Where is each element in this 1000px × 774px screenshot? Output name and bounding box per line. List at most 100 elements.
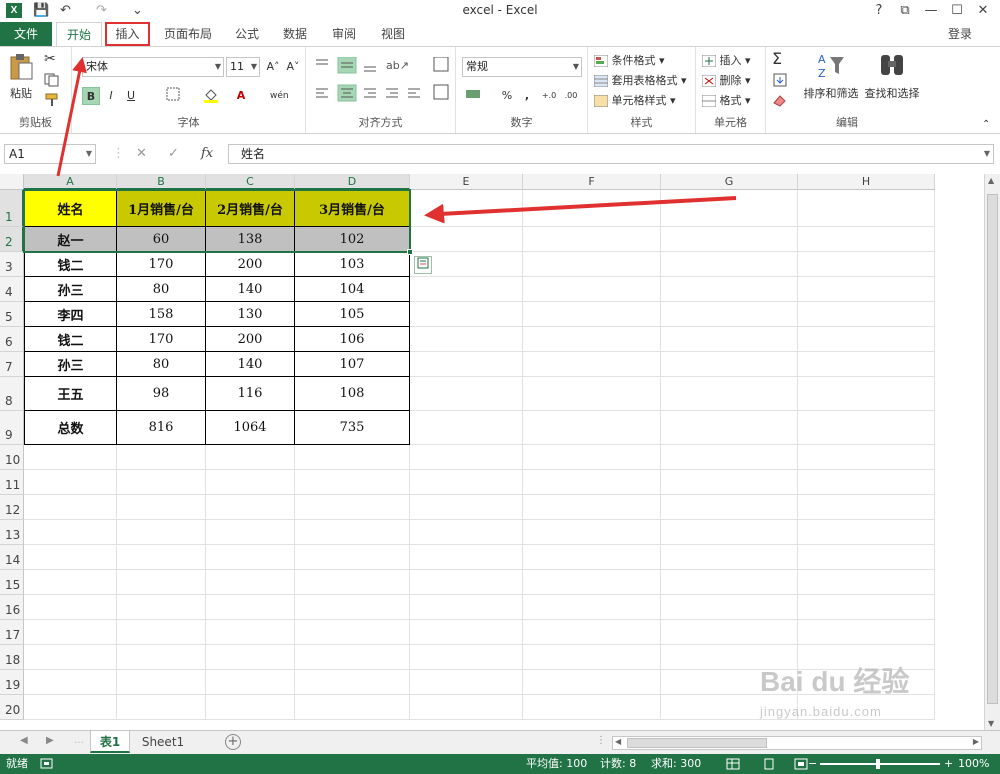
empty-cell[interactable] — [410, 470, 523, 495]
sheet-tab-1[interactable]: 表1 — [90, 731, 130, 753]
macro-record-icon[interactable] — [40, 754, 54, 774]
minimize-button[interactable]: — — [920, 1, 942, 21]
table-cell[interactable]: 赵一 — [24, 227, 117, 252]
empty-cell[interactable] — [117, 645, 206, 670]
zoom-out-icon[interactable]: − — [808, 754, 817, 774]
row-header-2[interactable]: 2 — [0, 227, 24, 252]
empty-cell[interactable] — [523, 570, 661, 595]
row-header-14[interactable]: 14 — [0, 545, 24, 570]
table-cell[interactable]: 80 — [117, 352, 206, 377]
empty-cell[interactable] — [523, 352, 661, 377]
table-cell[interactable]: 孙三 — [24, 277, 117, 302]
empty-cell[interactable] — [295, 620, 410, 645]
bold-button[interactable]: B — [82, 87, 100, 105]
table-header-cell[interactable]: 3月销售/台 — [295, 190, 410, 227]
empty-cell[interactable] — [410, 495, 523, 520]
row-header-7[interactable]: 7 — [0, 352, 24, 377]
empty-cell[interactable] — [24, 445, 117, 470]
conditional-format-button[interactable]: 条件格式 ▾ — [594, 53, 665, 69]
scroll-left-icon[interactable]: ◀ — [615, 737, 621, 746]
shrink-font-button[interactable]: A˅ — [284, 58, 302, 76]
empty-cell[interactable] — [206, 645, 295, 670]
empty-cell[interactable] — [24, 620, 117, 645]
empty-cell[interactable] — [661, 227, 798, 252]
table-cell[interactable]: 98 — [117, 377, 206, 411]
column-header-a[interactable]: A — [24, 174, 117, 190]
phonetic-icon[interactable]: wén — [270, 87, 289, 105]
table-cell[interactable]: 200 — [206, 327, 295, 352]
row-header-19[interactable]: 19 — [0, 670, 24, 695]
cell-styles-button[interactable]: 单元格样式 ▾ — [594, 93, 676, 109]
empty-cell[interactable] — [523, 327, 661, 352]
row-header-11[interactable]: 11 — [0, 470, 24, 495]
empty-cell[interactable] — [410, 352, 523, 377]
page-layout-view-icon[interactable] — [762, 754, 776, 774]
empty-cell[interactable] — [206, 445, 295, 470]
row-header-12[interactable]: 12 — [0, 495, 24, 520]
empty-cell[interactable] — [295, 495, 410, 520]
row-header-3[interactable]: 3 — [0, 252, 24, 277]
empty-cell[interactable] — [410, 277, 523, 302]
table-cell[interactable]: 138 — [206, 227, 295, 252]
table-cell[interactable]: 钱二 — [24, 327, 117, 352]
collapse-ribbon-icon[interactable]: ⌃ — [982, 117, 990, 133]
empty-cell[interactable] — [117, 595, 206, 620]
empty-cell[interactable] — [798, 520, 935, 545]
empty-cell[interactable] — [24, 545, 117, 570]
empty-cell[interactable] — [295, 595, 410, 620]
empty-cell[interactable] — [661, 277, 798, 302]
delete-cells-button[interactable]: 删除 ▾ — [702, 73, 751, 89]
number-format-combo[interactable]: 常规 ▼ — [462, 57, 582, 77]
zoom-slider[interactable] — [820, 763, 940, 765]
quick-analysis-icon[interactable] — [414, 256, 432, 274]
empty-cell[interactable] — [523, 277, 661, 302]
empty-cell[interactable] — [206, 545, 295, 570]
empty-cell[interactable] — [24, 570, 117, 595]
column-header-c[interactable]: C — [206, 174, 295, 190]
empty-cell[interactable] — [798, 227, 935, 252]
font-size-combo[interactable]: 11 ▼ — [226, 57, 260, 77]
alignment-icons[interactable]: ab↗ — [314, 57, 454, 103]
empty-cell[interactable] — [798, 190, 935, 227]
empty-cell[interactable] — [117, 470, 206, 495]
close-button[interactable]: ✕ — [972, 1, 994, 21]
empty-cell[interactable] — [523, 470, 661, 495]
row-header-9[interactable]: 9 — [0, 411, 24, 445]
empty-cell[interactable] — [206, 470, 295, 495]
normal-view-icon[interactable] — [726, 754, 740, 774]
empty-cell[interactable] — [410, 670, 523, 695]
empty-cell[interactable] — [523, 377, 661, 411]
empty-cell[interactable] — [295, 645, 410, 670]
empty-cell[interactable] — [523, 520, 661, 545]
zoom-level[interactable]: 100% — [958, 754, 989, 774]
tab-data[interactable]: 数据 — [276, 22, 314, 46]
row-header-15[interactable]: 15 — [0, 570, 24, 595]
empty-cell[interactable] — [661, 352, 798, 377]
table-cell[interactable]: 170 — [117, 327, 206, 352]
empty-cell[interactable] — [24, 670, 117, 695]
table-cell[interactable]: 107 — [295, 352, 410, 377]
insert-cells-button[interactable]: 插入 ▾ — [702, 53, 751, 69]
decrease-decimal-button[interactable]: .00 — [562, 87, 580, 105]
fill-color-icon[interactable] — [202, 87, 220, 105]
table-cell[interactable]: 104 — [295, 277, 410, 302]
login-link[interactable]: 登录 — [948, 22, 972, 46]
empty-cell[interactable] — [523, 495, 661, 520]
comma-button[interactable]: , — [518, 87, 536, 105]
empty-cell[interactable] — [661, 470, 798, 495]
empty-cell[interactable] — [523, 252, 661, 277]
table-cell[interactable]: 总数 — [24, 411, 117, 445]
zoom-slider-knob[interactable] — [876, 759, 880, 769]
empty-cell[interactable] — [24, 695, 117, 720]
italic-button[interactable]: I — [102, 87, 120, 105]
empty-cell[interactable] — [410, 695, 523, 720]
percent-button[interactable]: % — [498, 87, 516, 105]
empty-cell[interactable] — [661, 595, 798, 620]
empty-cell[interactable] — [410, 302, 523, 327]
empty-cell[interactable] — [798, 302, 935, 327]
empty-cell[interactable] — [798, 327, 935, 352]
column-header-f[interactable]: F — [523, 174, 661, 190]
name-box[interactable]: A1 ▼ — [4, 144, 96, 164]
empty-cell[interactable] — [661, 445, 798, 470]
autosum-icon[interactable]: Σ — [772, 51, 782, 67]
